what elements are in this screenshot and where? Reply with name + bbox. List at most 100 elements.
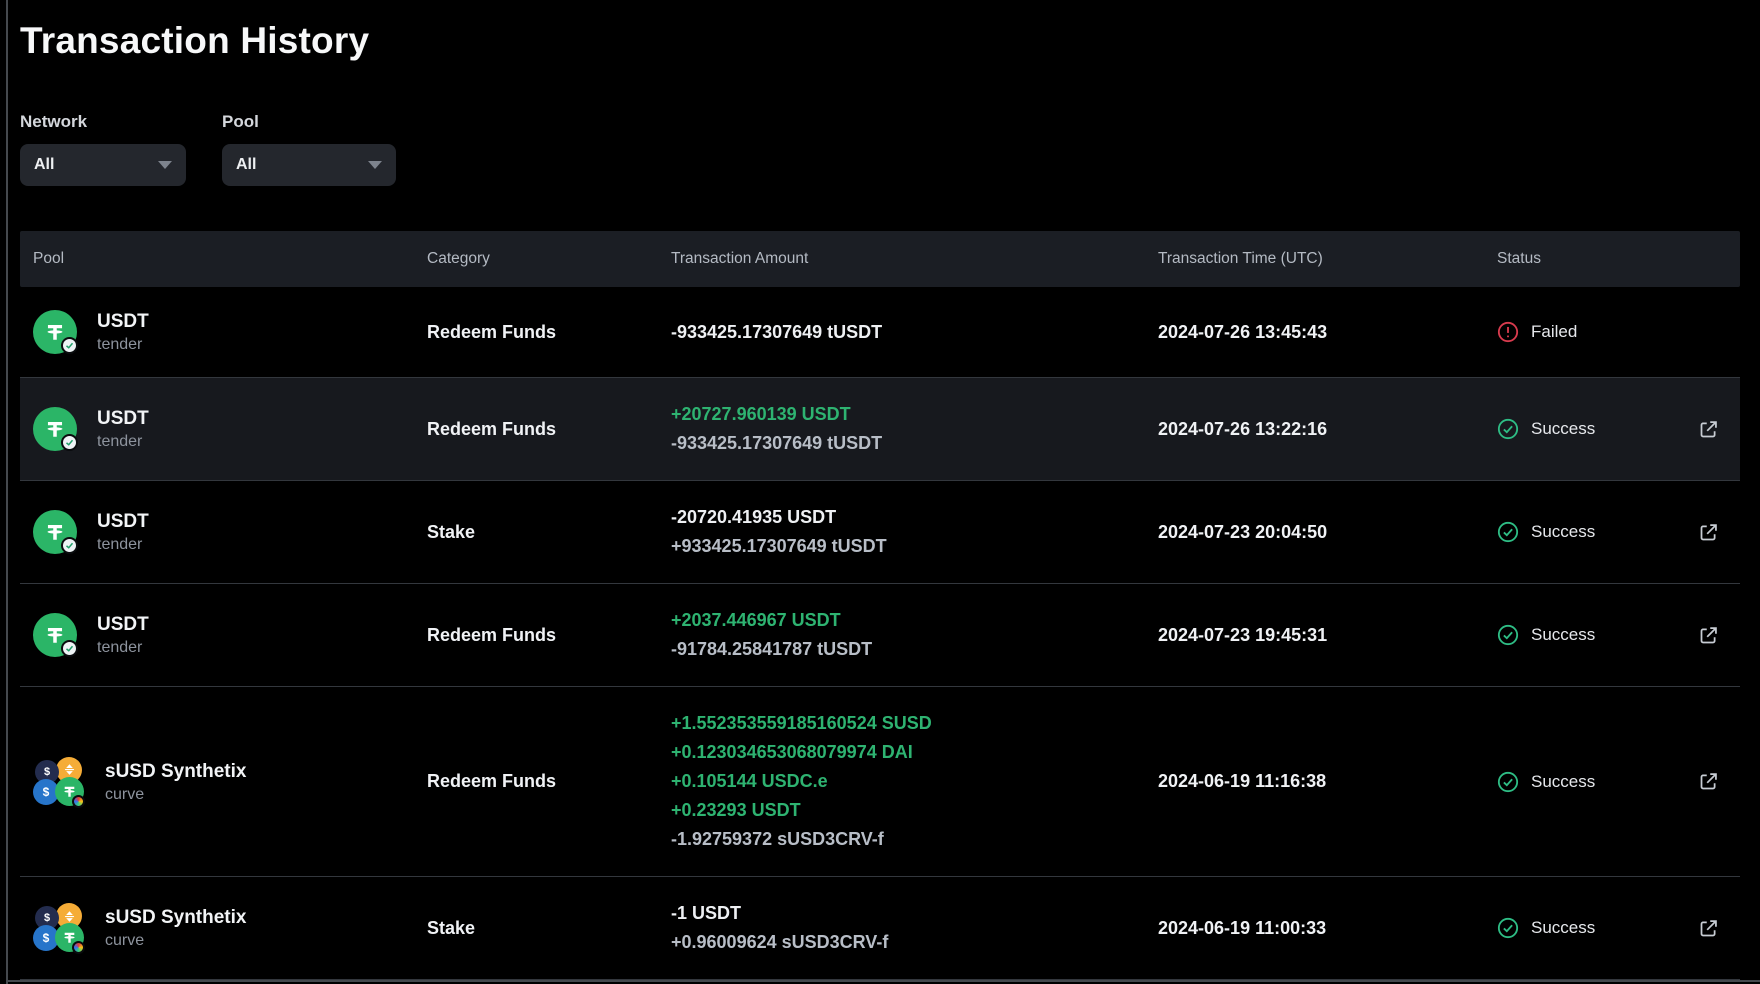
page-title: Transaction History: [20, 20, 1740, 62]
pool-cell: $ $ sUSD Synthetix curve: [20, 903, 427, 953]
network-filter-label: Network: [20, 112, 186, 132]
link-cell: [1677, 915, 1740, 941]
status-cell: Success: [1497, 521, 1677, 543]
amount-line: +2037.446967 USDT: [671, 606, 1158, 635]
pool-cell: USDT tender: [20, 309, 427, 355]
pool-text: USDT tender: [97, 309, 149, 355]
time-cell: 2024-07-23 19:45:31: [1158, 625, 1497, 646]
amount-cell: -933425.17307649 tUSDT: [671, 318, 1158, 347]
pool-name: USDT: [97, 406, 149, 431]
table-row[interactable]: USDT tender Redeem Funds -933425.1730764…: [20, 287, 1740, 377]
window-border-bottom: [6, 980, 1760, 982]
status-label: Failed: [1531, 322, 1577, 342]
external-link-icon[interactable]: [1696, 519, 1722, 545]
external-link-icon[interactable]: [1696, 416, 1722, 442]
time-cell: 2024-07-23 20:04:50: [1158, 522, 1497, 543]
time-cell: 2024-07-26 13:45:43: [1158, 322, 1497, 343]
success-icon: [1497, 917, 1519, 939]
amount-line: +0.96009624 sUSD3CRV-f: [671, 928, 1158, 957]
status-cell: Success: [1497, 418, 1677, 440]
usdt-coin-icon: [33, 310, 77, 354]
status-label: Success: [1531, 522, 1595, 542]
network-filter-value: All: [34, 156, 54, 174]
amount-cell: -20720.41935 USDT +933425.17307649 tUSDT: [671, 503, 1158, 561]
tender-badge-icon: [61, 537, 78, 554]
success-icon: [1497, 418, 1519, 440]
category-cell: Redeem Funds: [427, 625, 671, 646]
amount-line: -91784.25841787 tUSDT: [671, 635, 1158, 664]
tender-badge-icon: [61, 337, 78, 354]
status-cell: Success: [1497, 771, 1677, 793]
transactions-table: Pool Category Transaction Amount Transac…: [20, 231, 1740, 980]
external-link-icon[interactable]: [1696, 769, 1722, 795]
amount-line: -933425.17307649 tUSDT: [671, 429, 1158, 458]
pool-cell: USDT tender: [20, 509, 427, 555]
chevron-down-icon: [158, 161, 172, 169]
amount-line: +0.105144 USDC.e: [671, 767, 1158, 796]
curve-pool-icon: $ $: [33, 757, 85, 807]
pool-name: USDT: [97, 309, 149, 334]
table-row[interactable]: USDT tender Redeem Funds +2037.446967 US…: [20, 583, 1740, 686]
usdt-coin-icon: [33, 407, 77, 451]
external-link-icon[interactable]: [1696, 622, 1722, 648]
external-link-icon[interactable]: [1696, 915, 1722, 941]
pool-filter-select[interactable]: All: [222, 144, 396, 186]
amount-cell: +1.552353559185160524 SUSD +0.1230346530…: [671, 709, 1158, 854]
pool-filter-value: All: [236, 156, 256, 174]
status-cell: Success: [1497, 624, 1677, 646]
pool-filter: Pool All: [222, 112, 396, 186]
success-icon: [1497, 771, 1519, 793]
network-filter-select[interactable]: All: [20, 144, 186, 186]
pool-text: sUSD Synthetix curve: [105, 759, 246, 805]
usdt-coin-icon: [33, 510, 77, 554]
link-cell: [1677, 622, 1740, 648]
tender-badge-icon: [61, 640, 78, 657]
category-cell: Redeem Funds: [427, 771, 671, 792]
pool-cell: $ $ sUSD Synthetix curve: [20, 757, 427, 807]
transaction-history-page: Transaction History Network All Pool All…: [0, 0, 1760, 980]
table-row[interactable]: USDT tender Redeem Funds +20727.960139 U…: [20, 377, 1740, 480]
time-cell: 2024-06-19 11:16:38: [1158, 771, 1497, 792]
pool-platform: curve: [105, 784, 246, 805]
curve-pool-icon: $ $: [33, 903, 85, 953]
amount-line: -1.92759372 sUSD3CRV-f: [671, 825, 1158, 854]
status-cell: Success: [1497, 917, 1677, 939]
pool-cell: USDT tender: [20, 406, 427, 452]
category-cell: Redeem Funds: [427, 322, 671, 343]
amount-line: +1.552353559185160524 SUSD: [671, 709, 1158, 738]
header-pool: Pool: [20, 250, 427, 268]
category-cell: Stake: [427, 918, 671, 939]
table-row[interactable]: USDT tender Stake -20720.41935 USDT +933…: [20, 480, 1740, 583]
link-cell: [1677, 769, 1740, 795]
network-filter: Network All: [20, 112, 186, 186]
status-label: Success: [1531, 918, 1595, 938]
header-category: Category: [427, 250, 671, 268]
amount-line: -20720.41935 USDT: [671, 503, 1158, 532]
status-label: Success: [1531, 625, 1595, 645]
amount-line: +0.23293 USDT: [671, 796, 1158, 825]
link-cell: [1677, 416, 1740, 442]
success-icon: [1497, 624, 1519, 646]
pool-text: sUSD Synthetix curve: [105, 905, 246, 951]
status-label: Success: [1531, 419, 1595, 439]
time-cell: 2024-06-19 11:00:33: [1158, 918, 1497, 939]
curve-badge-icon: [72, 941, 85, 954]
header-status: Status: [1497, 250, 1677, 268]
amount-line: -933425.17307649 tUSDT: [671, 318, 1158, 347]
table-header: Pool Category Transaction Amount Transac…: [20, 231, 1740, 287]
table-row[interactable]: $ $ sUSD Synthetix curve Stake -1 USDT +…: [20, 876, 1740, 980]
amount-line: +0.123034653068079974 DAI: [671, 738, 1158, 767]
curve-badge-icon: [72, 795, 85, 808]
table-row[interactable]: $ $ sUSD Synthetix curve Redeem Funds +1…: [20, 686, 1740, 876]
chevron-down-icon: [368, 161, 382, 169]
pool-platform: tender: [97, 431, 149, 452]
pool-name: USDT: [97, 612, 149, 637]
amount-cell: +20727.960139 USDT -933425.17307649 tUSD…: [671, 400, 1158, 458]
filters-bar: Network All Pool All: [20, 112, 1740, 186]
pool-platform: curve: [105, 930, 246, 951]
pool-name: USDT: [97, 509, 149, 534]
amount-line: +933425.17307649 tUSDT: [671, 532, 1158, 561]
time-cell: 2024-07-26 13:22:16: [1158, 419, 1497, 440]
success-icon: [1497, 521, 1519, 543]
header-transaction-amount: Transaction Amount: [671, 250, 1158, 268]
